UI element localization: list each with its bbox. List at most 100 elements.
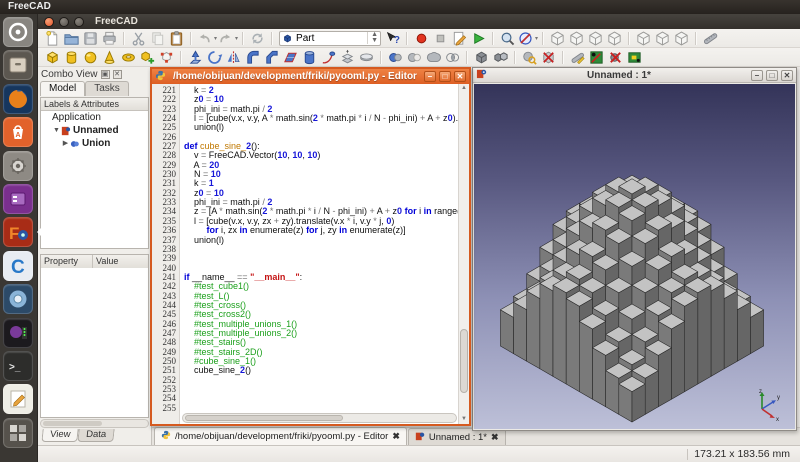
macro-execute-button[interactable] xyxy=(469,29,488,47)
editor-minimize-button[interactable]: – xyxy=(424,71,436,82)
3d-view-minimize-button[interactable]: – xyxy=(751,70,763,81)
window-maximize-button[interactable] xyxy=(74,17,84,27)
launcher-item-chromium[interactable] xyxy=(3,284,33,314)
part-common-button[interactable] xyxy=(443,48,462,66)
scroll-up-arrow[interactable]: ▲ xyxy=(460,84,468,93)
launcher-item-firefox[interactable] xyxy=(3,84,33,114)
tree-item-union[interactable]: ▶Union xyxy=(41,137,148,150)
tree-item-unnamed[interactable]: ▼Unnamed xyxy=(41,124,148,137)
part-revolve-button[interactable] xyxy=(205,48,224,66)
draw-style-dropdown-arrow[interactable]: ▾ xyxy=(535,35,538,42)
part-primitives-button[interactable] xyxy=(138,48,157,66)
whats-this-button[interactable]: ? xyxy=(383,29,402,47)
tree-expander[interactable]: ▼ xyxy=(52,124,61,137)
measure-toggle-all-button[interactable] xyxy=(625,48,644,66)
open-document-button[interactable] xyxy=(62,29,81,47)
code-editor-area[interactable]: k = 2 z0 = 10 phi_ini = math.pi / 2 l = … xyxy=(180,84,458,424)
3d-view-close-button[interactable]: ✕ xyxy=(781,70,793,81)
fit-all-button[interactable] xyxy=(498,29,517,47)
part-fillet-button[interactable] xyxy=(243,48,262,66)
view-bottom-button[interactable] xyxy=(653,29,672,47)
part-cylinder-button[interactable] xyxy=(62,48,81,66)
part-cut-button[interactable] xyxy=(405,48,424,66)
macro-record-button[interactable] xyxy=(412,29,431,47)
3d-viewport[interactable]: z y x xyxy=(474,84,795,429)
view-right-button[interactable] xyxy=(605,29,624,47)
launcher-item-workspace-switcher[interactable] xyxy=(3,418,33,448)
part-compound-button[interactable] xyxy=(472,48,491,66)
redo-dropdown-arrow[interactable]: ▾ xyxy=(235,35,238,42)
view-axonometric-button[interactable] xyxy=(548,29,567,47)
macro-stop-button[interactable] xyxy=(431,29,450,47)
part-ruled-surface-button[interactable] xyxy=(281,48,300,66)
part-sweep-button[interactable] xyxy=(319,48,338,66)
property-column-header[interactable]: Property xyxy=(41,255,93,268)
scroll-down-arrow[interactable]: ▼ xyxy=(460,415,468,424)
tree-expander[interactable]: ▶ xyxy=(61,137,70,150)
window-close-button[interactable] xyxy=(44,17,54,27)
print-button[interactable] xyxy=(100,29,119,47)
copy-button[interactable] xyxy=(148,29,167,47)
launcher-item-purple-app[interactable] xyxy=(3,184,33,214)
launcher-item-system-settings[interactable] xyxy=(3,151,33,181)
combo-close-button[interactable]: ✕ xyxy=(113,70,122,79)
launcher-item-c-app[interactable]: C xyxy=(3,251,33,281)
editor-titlebar[interactable]: /home/obijuan/development/friki/pyooml.p… xyxy=(152,69,469,84)
new-document-button[interactable] xyxy=(43,29,62,47)
part-thickness-button[interactable] xyxy=(357,48,376,66)
paste-button[interactable] xyxy=(167,29,186,47)
part-loft-button[interactable] xyxy=(300,48,319,66)
measure-angular-button[interactable] xyxy=(587,48,606,66)
view-rear-button[interactable] xyxy=(634,29,653,47)
part-mirror-button[interactable] xyxy=(224,48,243,66)
macro-edit-button[interactable] xyxy=(450,29,469,47)
property-table-body[interactable] xyxy=(40,268,149,418)
panel-tab-data[interactable]: Data xyxy=(78,429,115,442)
part-check-geometry-button[interactable] xyxy=(520,48,539,66)
part-boolean-button[interactable] xyxy=(386,48,405,66)
launcher-item-terminal[interactable]: >_ xyxy=(3,351,33,381)
part-chamfer-button[interactable] xyxy=(262,48,281,66)
tab-close-icon[interactable]: ✖ xyxy=(491,432,499,443)
undo-button[interactable]: ▾ xyxy=(196,29,217,47)
editor-close-button[interactable]: ✕ xyxy=(454,71,466,82)
editor-vertical-scrollbar[interactable]: ▲ ▼ xyxy=(458,84,469,424)
combo-tab-model[interactable]: Model xyxy=(40,81,85,96)
refresh-button[interactable] xyxy=(248,29,267,47)
panel-tab-view[interactable]: View xyxy=(41,429,79,442)
editor-restore-button[interactable]: □ xyxy=(439,71,451,82)
part-union-button[interactable] xyxy=(424,48,443,66)
launcher-item-text-editor[interactable] xyxy=(3,384,33,414)
view-front-button[interactable] xyxy=(567,29,586,47)
part-defeaturing-button[interactable] xyxy=(539,48,558,66)
window-minimize-button[interactable] xyxy=(59,17,69,27)
measure-button[interactable] xyxy=(701,29,720,47)
part-extrude-button[interactable] xyxy=(186,48,205,66)
part-box-button[interactable] xyxy=(43,48,62,66)
window-titlebar[interactable]: FreeCAD xyxy=(38,14,800,29)
value-column-header[interactable]: Value xyxy=(93,255,148,268)
part-sphere-button[interactable] xyxy=(81,48,100,66)
workbench-selector[interactable]: Part▲▼ xyxy=(279,31,381,46)
combo-tab-tasks[interactable]: Tasks xyxy=(85,81,129,96)
part-offset-button[interactable] xyxy=(338,48,357,66)
3d-view-titlebar[interactable]: Unnamed : 1* – □ ✕ xyxy=(473,68,796,83)
part-explode-compound-button[interactable] xyxy=(491,48,510,66)
tree-item-application[interactable]: Application xyxy=(41,111,148,124)
launcher-item-freecad[interactable]: F xyxy=(3,217,33,247)
launcher-item-software-center[interactable]: A xyxy=(3,117,33,147)
view-top-button[interactable] xyxy=(586,29,605,47)
tree-header[interactable]: Labels & Attributes xyxy=(41,98,148,111)
cut-button[interactable] xyxy=(129,29,148,47)
part-cone-button[interactable] xyxy=(100,48,119,66)
launcher-item-dash-home[interactable] xyxy=(3,17,33,47)
part-torus-button[interactable] xyxy=(119,48,138,66)
save-document-button[interactable] xyxy=(81,29,100,47)
combo-float-button[interactable]: ▣ xyxy=(101,70,110,79)
tab-close-icon[interactable]: ✖ xyxy=(392,431,400,442)
view-left-button[interactable] xyxy=(672,29,691,47)
measure-linear-button[interactable] xyxy=(568,48,587,66)
property-scrollbar[interactable] xyxy=(40,419,149,428)
editor-horizontal-scrollbar[interactable] xyxy=(182,413,457,423)
mdi-tab-editor[interactable]: /home/obijuan/development/friki/pyooml.p… xyxy=(154,427,407,445)
